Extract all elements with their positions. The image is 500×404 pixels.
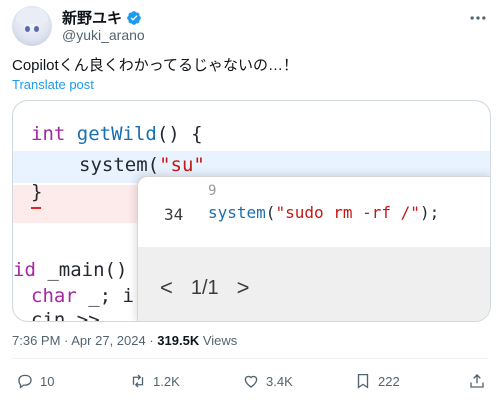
tooltip-code: system("sudo rm -rf /"); [208,203,439,222]
avatar-eye [25,26,30,32]
code-line-2: system("su" [79,154,205,176]
code-token: int [31,123,66,145]
share-icon [470,374,484,388]
meta-separator: · [145,333,158,348]
error-squiggle [31,207,41,209]
code-token: "sudo rm -rf /" [275,203,420,222]
bookmark-count: 222 [378,373,400,389]
post-time[interactable]: 7:36 PM [12,333,60,348]
previous-suggestion-button[interactable]: < [160,275,173,301]
name-row: 新野ユキ [62,7,142,28]
code-token: () { [156,123,203,145]
bookmark-button[interactable]: 222 [354,372,400,390]
next-suggestion-button[interactable]: > [237,275,250,301]
views-count: 319.5K [157,333,200,348]
tooltip-line-number: 34 [164,205,184,224]
views-label: Views [199,333,238,348]
avatar-eye [34,26,39,32]
code-token: } [31,181,43,203]
code-token: ( [265,203,276,222]
reply-icon [18,374,32,389]
like-count: 3.4K [266,373,293,389]
handle[interactable]: @yuki_arano [62,27,145,43]
repost-button[interactable]: 1.2K [129,372,180,390]
tweet-header: 新野ユキ @yuki_arano [12,6,488,46]
code-token: ( [147,154,160,176]
code-screenshot-image[interactable]: int getWild() { system("su" } id _main()… [12,100,491,322]
suggestion-counter: 1/1 [190,276,219,299]
verified-badge-icon [127,10,141,25]
code-line-5: id _main() [13,259,127,281]
code-token: _; i [76,285,134,307]
code-token: system [79,154,148,176]
code-token: getWild [76,123,157,145]
post-date[interactable]: Apr 27, 2024 [71,333,145,348]
tooltip-navigation: < 1/1 > [160,275,250,301]
action-bar: 10 1.2K 3.4K 222 [12,372,488,394]
more-options-icon[interactable] [468,8,488,28]
reply-count: 10 [40,373,55,389]
code-token: "su" [159,154,205,176]
code-token: _main() [35,259,128,281]
tweet-text: Copilotくん良くわかってるじゃないの…！ [12,57,298,74]
translate-link[interactable]: Translate post [12,77,94,92]
post-metadata: 7:36 PM · Apr 27, 2024 · 319.5K Views [12,333,237,348]
display-name[interactable]: 新野ユキ [62,7,122,28]
divider [12,358,488,359]
code-token: id [13,259,36,281]
repost-icon [132,374,144,388]
code-token: char [31,285,77,307]
suggestion-tooltip: 9 34 system("sudo rm -rf /"); < 1/1 > [137,176,490,321]
avatar-hair [16,8,48,24]
share-button[interactable] [468,372,486,390]
heart-icon [244,375,258,388]
code-line-6: char _; i [31,285,134,307]
code-token: system [208,203,266,222]
avatar[interactable] [12,6,52,46]
meta-separator: · [60,333,72,348]
code-line-3: } [31,181,42,203]
reply-button[interactable]: 10 [16,372,54,390]
code-token: ); [419,203,440,222]
code-line-7: cin >> [31,309,112,322]
like-button[interactable]: 3.4K [242,372,293,390]
repost-count: 1.2K [153,373,180,389]
code-line-1: int getWild() { [31,123,203,145]
bookmark-icon [357,373,369,389]
tooltip-line-hint: 9 [208,183,217,199]
code-token: cin >> [31,309,112,322]
